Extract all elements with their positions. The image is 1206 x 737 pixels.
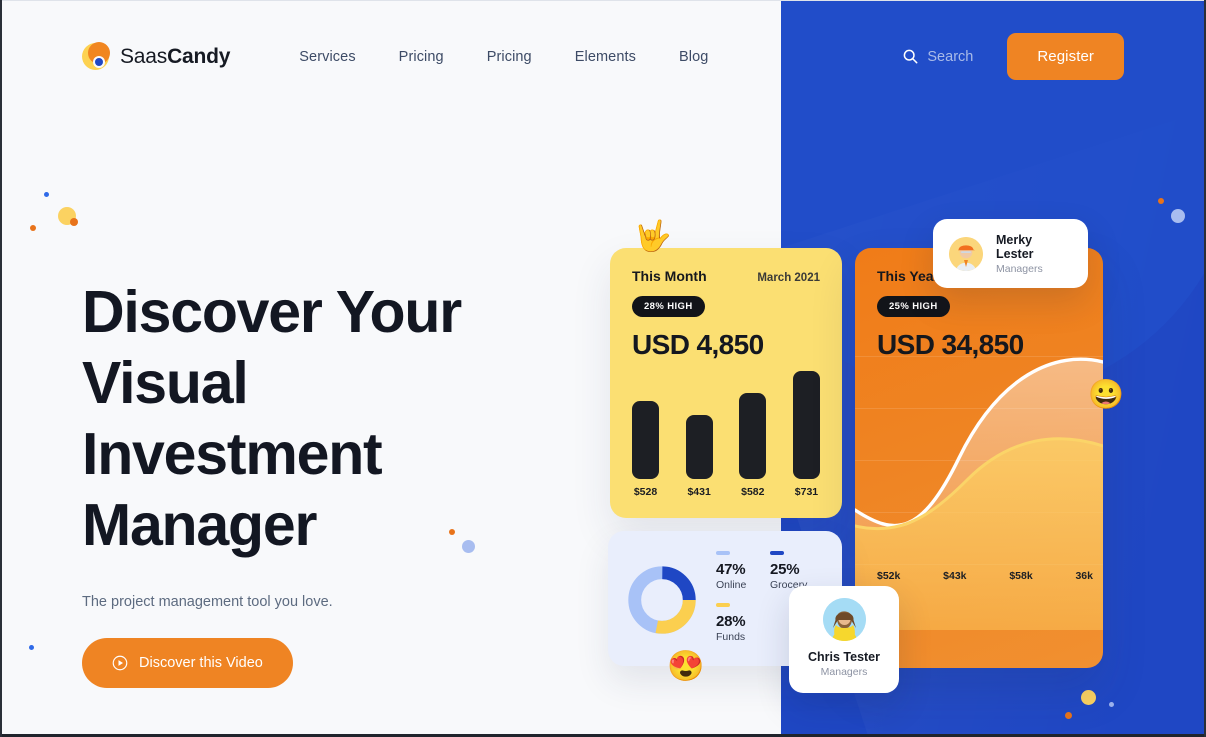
this-month-amount: USD 4,850 — [632, 329, 764, 360]
axis-tick-label: $52k — [877, 570, 901, 582]
header-actions: Search Register — [903, 33, 1124, 80]
bar — [739, 393, 767, 479]
nav-item-services[interactable]: Services — [299, 49, 355, 65]
bar-label: $528 — [633, 486, 658, 498]
avatar-chris-tester — [822, 598, 866, 641]
legend-label: Online — [716, 579, 747, 591]
discover-video-button[interactable]: Discover this Video — [82, 638, 293, 688]
search-icon — [904, 49, 918, 64]
heart-eyes-emoji: 😍 — [667, 650, 705, 683]
axis-tick-label: 36k — [1075, 570, 1093, 582]
legend-value: 28% — [716, 612, 746, 630]
this-month-date: March 2021 — [757, 272, 820, 284]
hero-section: Discover Your Visual Investment Manager … — [82, 277, 502, 688]
bar-label: $582 — [741, 486, 765, 498]
legend-value: 47% — [716, 561, 746, 578]
nav-item-elements[interactable]: Elements — [575, 49, 636, 65]
person-chip-chris-tester: Chris Tester Managers — [789, 586, 899, 693]
person-chip-merky-lester: Merky Lester Managers — [933, 219, 1088, 288]
saascandy-logo-icon — [82, 42, 110, 70]
hero-subtitle: The project management tool you love. — [82, 594, 333, 610]
this-month-badge: 28% HIGH — [632, 296, 705, 317]
brand-name-bold: Candy — [167, 44, 231, 68]
legend-item: 47% Online — [716, 551, 770, 599]
spending-donut-chart — [628, 566, 696, 634]
discover-video-label: Discover this Video — [139, 655, 263, 671]
page-title: Discover Your Visual Investment Manager — [82, 279, 462, 558]
site-header: SaasCandy Services Pricing Pricing Eleme… — [0, 0, 1206, 113]
person-name: Chris Tester — [807, 650, 880, 664]
legend-value: 25% — [770, 561, 800, 578]
legend-swatch — [716, 602, 730, 607]
this-month-card: This Month March 2021 28% HIGH USD 4,850… — [610, 248, 842, 518]
brand-logo[interactable]: SaasCandy — [82, 42, 230, 70]
main-nav: Services Pricing Pricing Elements Blog — [299, 49, 708, 65]
bar-column: $582 — [739, 393, 767, 498]
person-name: Merky Lester — [996, 232, 1034, 261]
bar — [632, 401, 659, 479]
legend-swatch — [770, 551, 784, 555]
yearly-axis-labels: $52k $43k $58k 36k — [877, 570, 1093, 582]
bar — [792, 371, 820, 479]
register-button[interactable]: Register — [1007, 33, 1124, 80]
search-trigger[interactable]: Search — [903, 49, 973, 65]
person-role: Managers — [820, 666, 868, 678]
nav-item-blog[interactable]: Blog — [679, 49, 708, 65]
monthly-bar-chart: $528 $431 $582 $731 — [632, 371, 820, 498]
brand-name: SaasCandy — [120, 45, 230, 69]
bar-column: $431 — [685, 415, 713, 498]
bar-label: $731 — [794, 486, 819, 498]
this-month-title: This Month — [632, 268, 707, 284]
axis-tick-label: $43k — [943, 570, 967, 582]
person-role: Managers — [996, 262, 1043, 275]
search-label: Search — [927, 48, 974, 65]
bar-label: $431 — [687, 486, 711, 498]
bar — [685, 415, 713, 479]
rock-hand-emoji: 🤟 — [634, 220, 672, 253]
grinning-face-emoji: 😀 — [1088, 379, 1125, 411]
landing-page: SaasCandy Services Pricing Pricing Eleme… — [0, 0, 1206, 737]
axis-tick-label: $58k — [1009, 570, 1033, 582]
nav-item-pricing-2[interactable]: Pricing — [487, 49, 532, 65]
brand-name-light: Saas — [120, 44, 168, 68]
bar-column: $528 — [632, 401, 659, 498]
legend-label: Funds — [716, 630, 746, 643]
yearly-area-chart — [855, 340, 1103, 630]
legend-item: 28% Funds — [716, 602, 770, 651]
legend-swatch — [716, 551, 730, 555]
play-circle-icon — [112, 655, 128, 671]
bar-column: $731 — [792, 371, 820, 498]
nav-item-pricing-1[interactable]: Pricing — [399, 49, 444, 65]
avatar-merky-lester — [949, 236, 983, 271]
